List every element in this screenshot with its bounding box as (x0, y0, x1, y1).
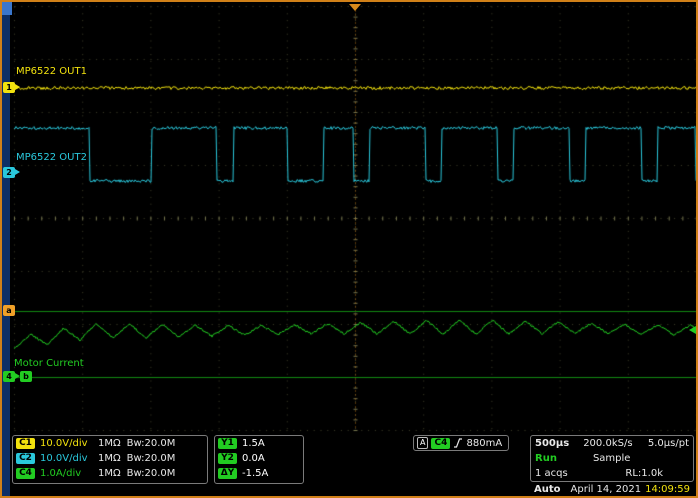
trigger-level-icon[interactable] (689, 326, 696, 334)
ch2-trace-label: MP6522 OUT2 (16, 152, 87, 163)
c1-impedance: 1MΩ (98, 438, 121, 449)
acquisition-count: 1 acqs (535, 468, 568, 479)
channel-row-c2[interactable]: C2 10.0V/div 1MΩ Bw:20.0M (13, 451, 207, 466)
datetime-row: Auto April 14, 2021 14:09:59 (530, 483, 694, 495)
right-arrow-icon (15, 169, 20, 175)
oscilloscope-screen: MP6522 OUT1 MP6522 OUT2 Motor Current 1 … (0, 0, 698, 498)
timebase-scale: 500µs (535, 438, 569, 449)
status-bar: C1 10.0V/div 1MΩ Bw:20.0M C2 10.0V/div 1… (10, 434, 696, 496)
marker-cursor-a-label: a (6, 307, 11, 315)
c2-scale: 10.0V/div (40, 453, 98, 464)
ch1-trace-label: MP6522 OUT1 (16, 66, 87, 77)
run-state: Run (535, 453, 557, 464)
channel-settings-box: C1 10.0V/div 1MΩ Bw:20.0M C2 10.0V/div 1… (12, 435, 208, 484)
time-label: 14:09:59 (645, 484, 690, 495)
trigger-position-icon[interactable] (349, 4, 361, 11)
acquisition-mode: Sample (593, 453, 631, 464)
c4-bandwidth: Bw:20.0M (127, 468, 176, 479)
marker-cursor-b[interactable]: b (20, 371, 32, 382)
delta-y-badge[interactable]: ΔY (218, 468, 237, 479)
marker-ch2-label: 2 (6, 169, 12, 177)
date-label: April 14, 2021 (571, 484, 642, 495)
c1-bandwidth: Bw:20.0M (127, 438, 176, 449)
acquisition-count-row: 1 acqs RL:1.0k (531, 466, 693, 481)
horizontal-acquisition-badge[interactable]: 500µs 200.0kS/s 5.0µs/pt Run Sample 1 ac… (530, 435, 694, 482)
waveform-canvas[interactable] (10, 2, 698, 434)
marker-cursor-a[interactable]: a (3, 305, 15, 316)
marker-ch4[interactable]: 4 (3, 371, 15, 382)
c2-impedance: 1MΩ (98, 453, 121, 464)
marker-cursor-b-label: b (23, 373, 29, 381)
timebase-row: 500µs 200.0kS/s 5.0µs/pt (531, 436, 693, 451)
c4-impedance: 1MΩ (98, 468, 121, 479)
c4-scale: 1.0A/div (40, 468, 98, 479)
c1-badge[interactable]: C1 (16, 438, 35, 449)
y2-value: 0.0A (242, 453, 265, 464)
trigger-mode-label: Auto (534, 484, 561, 495)
y1-badge[interactable]: Y1 (218, 438, 237, 449)
c2-bandwidth: Bw:20.0M (127, 453, 176, 464)
left-rail-button[interactable] (2, 2, 12, 15)
sample-rate: 200.0kS/s (583, 438, 632, 449)
cursor-row-dy[interactable]: ΔY -1.5A (215, 466, 303, 481)
trigger-level-value: 880mA (466, 438, 502, 449)
marker-ch2[interactable]: 2 (3, 167, 15, 178)
trigger-a-badge: A (417, 437, 428, 449)
right-arrow-icon (15, 84, 20, 90)
channel-row-c4[interactable]: C4 1.0A/div 1MΩ Bw:20.0M (13, 466, 207, 481)
left-rail (2, 2, 10, 496)
c2-badge[interactable]: C2 (16, 453, 35, 464)
record-length: RL:1.0k (625, 468, 663, 479)
ch4-trace-label: Motor Current (14, 358, 84, 369)
c1-scale: 10.0V/div (40, 438, 98, 449)
y2-badge[interactable]: Y2 (218, 453, 237, 464)
cursor-row-y1[interactable]: Y1 1.5A (215, 436, 303, 451)
trigger-source-badge: C4 (431, 438, 450, 449)
channel-row-c1[interactable]: C1 10.0V/div 1MΩ Bw:20.0M (13, 436, 207, 451)
cursor-row-y2[interactable]: Y2 0.0A (215, 451, 303, 466)
marker-ch1[interactable]: 1 (3, 82, 15, 93)
delta-y-value: -1.5A (242, 468, 268, 479)
marker-ch4-label: 4 (6, 373, 12, 381)
acquisition-state-row: Run Sample (531, 451, 693, 466)
c4-badge[interactable]: C4 (16, 468, 35, 479)
sample-resolution: 5.0µs/pt (648, 438, 689, 449)
marker-ch1-label: 1 (6, 84, 12, 92)
y1-value: 1.5A (242, 438, 265, 449)
cursor-readout-box: Y1 1.5A Y2 0.0A ΔY -1.5A (214, 435, 304, 484)
trigger-badge[interactable]: A C4 880mA (413, 435, 509, 451)
rising-edge-icon (453, 437, 463, 449)
